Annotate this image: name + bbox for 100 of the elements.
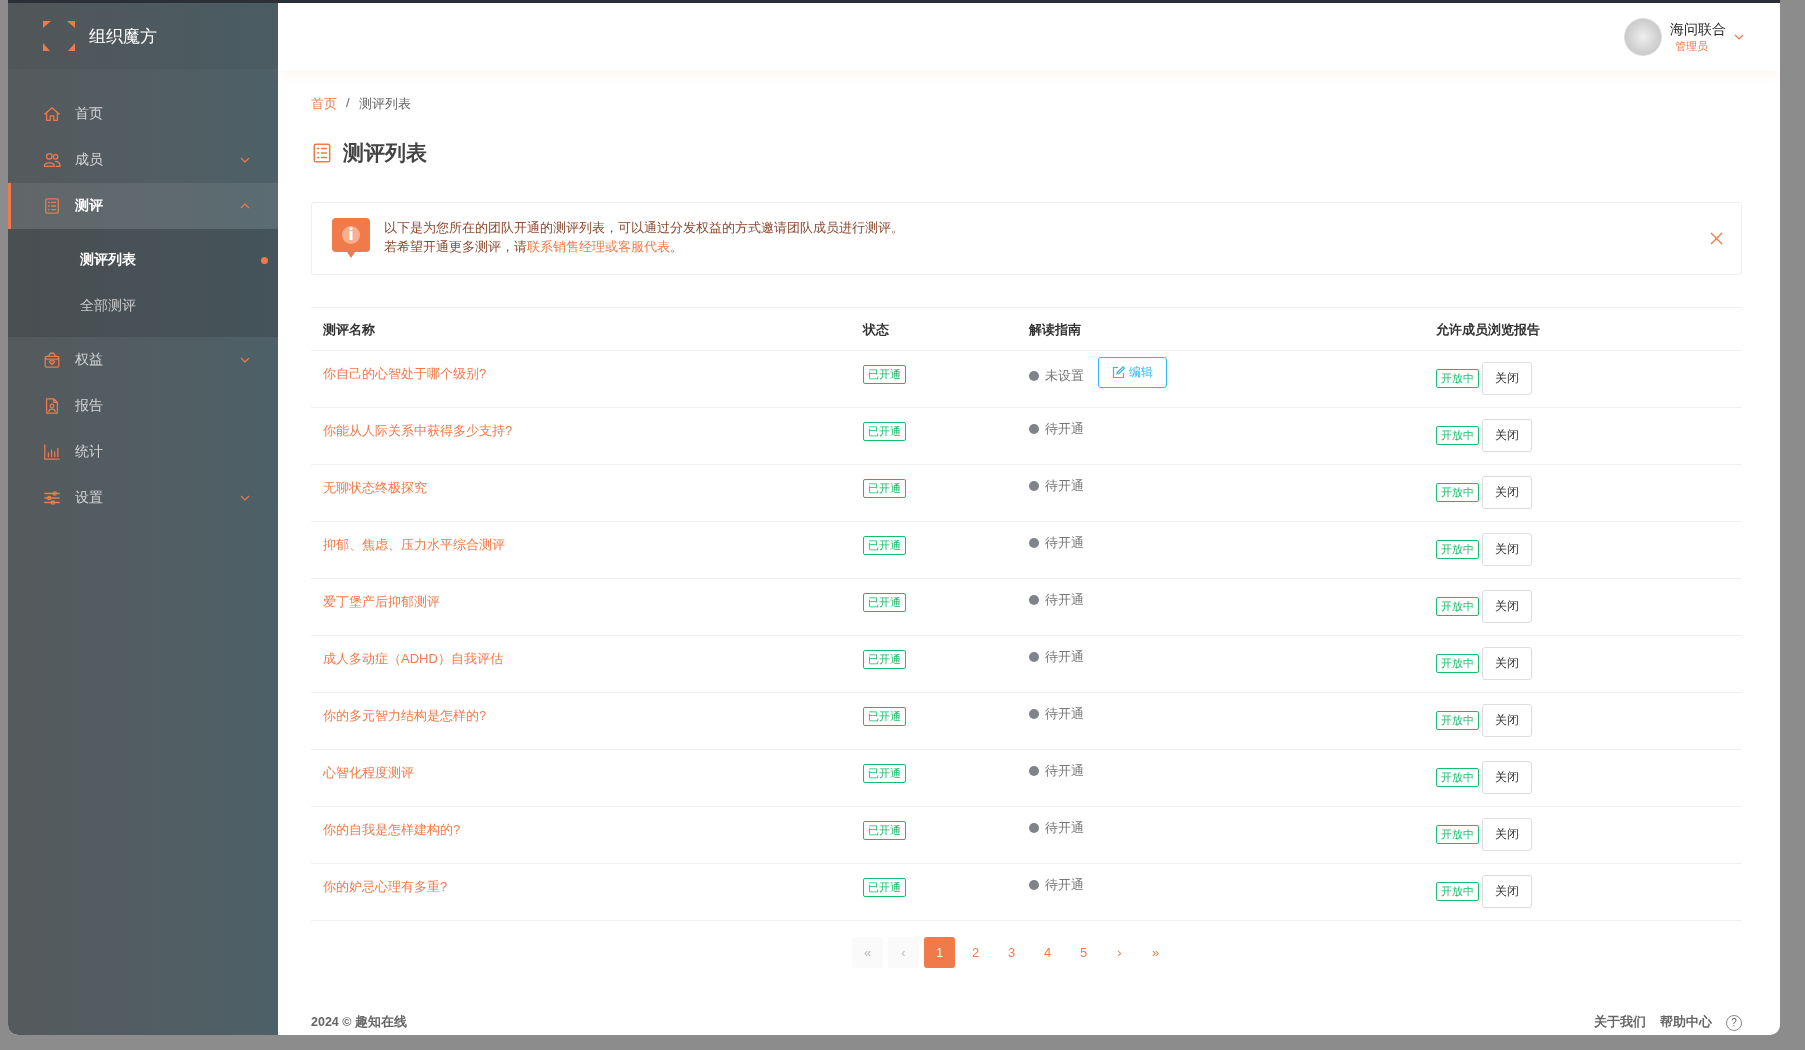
page-button[interactable]: 3 [996, 937, 1027, 968]
assessment-link[interactable]: 你能从人际关系中获得多少支持? [323, 420, 863, 440]
column-header: 状态 [863, 321, 890, 339]
footer-link[interactable]: 帮助中心 [1660, 1014, 1712, 1031]
open-tag: 开放中 [1436, 483, 1479, 502]
pencil-icon [1112, 366, 1125, 379]
status-dot-icon [1029, 766, 1039, 776]
page-button[interactable]: 1 [924, 937, 955, 968]
alert-text: 以下是为您所在的团队开通的测评列表，可以通过分发权益的方式邀请团队成员进行测评。 [384, 220, 905, 237]
info-icon [332, 218, 370, 258]
status-tag: 已开通 [863, 878, 906, 897]
open-tag: 开放中 [1436, 711, 1479, 730]
assessment-link[interactable]: 爱丁堡产后抑郁测评 [323, 591, 863, 611]
close-button[interactable]: 关闭 [1482, 362, 1532, 395]
open-tag: 开放中 [1436, 540, 1479, 559]
status-dot-icon [1029, 424, 1039, 434]
close-button[interactable]: 关闭 [1482, 704, 1532, 737]
close-button[interactable]: 关闭 [1482, 476, 1532, 509]
assessment-link[interactable]: 你的多元智力结构是怎样的? [323, 705, 863, 725]
guide-status: 待开通 [1045, 819, 1084, 837]
close-button[interactable]: 关闭 [1482, 761, 1532, 794]
checklist-icon [43, 197, 61, 215]
close-button[interactable]: 关闭 [1482, 590, 1532, 623]
breadcrumb-separator: / [346, 95, 350, 112]
submenu-item[interactable]: 测评列表 [8, 237, 278, 283]
pager-arrow-button[interactable]: › [1104, 937, 1135, 968]
column-header: 测评名称 [323, 321, 376, 339]
status-dot-icon [1029, 709, 1039, 719]
status-tag: 已开通 [863, 764, 906, 783]
status-tag: 已开通 [863, 479, 906, 498]
sliders-icon [43, 489, 61, 507]
status-dot-icon [1029, 538, 1039, 548]
guide-status: 待开通 [1045, 876, 1084, 894]
close-button[interactable]: 关闭 [1482, 419, 1532, 452]
breadcrumb-current: 测评列表 [358, 95, 411, 113]
guide-status: 待开通 [1045, 477, 1084, 495]
close-button[interactable]: 关闭 [1482, 533, 1532, 566]
status-tag: 已开通 [863, 536, 906, 555]
close-button[interactable]: 关闭 [1482, 875, 1532, 908]
pager-arrow-button[interactable]: » [1140, 937, 1171, 968]
page-title: 测评列表 [343, 140, 427, 166]
sidebar-item[interactable]: 首页 [8, 91, 278, 137]
gift-box-icon [43, 351, 61, 369]
status-dot-icon [1029, 880, 1039, 890]
status-dot-icon [1029, 481, 1039, 491]
sidebar-item[interactable]: 测评 [8, 183, 278, 229]
guide-status: 待开通 [1045, 648, 1084, 666]
guide-status: 待开通 [1045, 762, 1084, 780]
breadcrumb-link[interactable]: 首页 [311, 95, 337, 113]
sidebar-item[interactable]: 统计 [8, 429, 278, 475]
page-button[interactable]: 2 [960, 937, 991, 968]
people-icon [43, 151, 61, 169]
open-tag: 开放中 [1436, 882, 1479, 901]
chevron-icon [1734, 34, 1744, 40]
close-button[interactable]: 关闭 [1482, 647, 1532, 680]
user-role: 管理员 [1674, 38, 1709, 54]
assessment-link[interactable]: 成人多动症（ADHD）自我评估 [323, 648, 863, 668]
app-name: 组织魔方 [89, 25, 157, 48]
status-tag: 已开通 [863, 821, 906, 840]
column-header: 允许成员浏览报告 [1436, 321, 1541, 339]
bar-chart-icon [43, 443, 61, 461]
column-header: 解读指南 [1029, 321, 1082, 339]
status-tag: 已开通 [863, 593, 906, 612]
open-tag: 开放中 [1436, 654, 1479, 673]
status-tag: 已开通 [863, 650, 906, 669]
assessment-link[interactable]: 你的妒忌心理有多重? [323, 876, 863, 896]
guide-status: 待开通 [1045, 705, 1084, 723]
page-button[interactable]: 4 [1032, 937, 1063, 968]
guide-status: 待开通 [1045, 420, 1084, 438]
page-button[interactable]: 5 [1068, 937, 1099, 968]
status-dot-icon [1029, 652, 1039, 662]
close-icon[interactable] [1710, 231, 1723, 245]
copyright-text: 2024 © 趣知在线 [311, 1014, 408, 1031]
assessment-link[interactable]: 抑郁、焦虑、压力水平综合测评 [323, 534, 863, 554]
sidebar-item[interactable]: 报告 [8, 383, 278, 429]
logo-icon [43, 21, 75, 51]
open-tag: 开放中 [1436, 426, 1479, 445]
close-button[interactable]: 关闭 [1482, 818, 1532, 851]
checklist-icon [311, 142, 333, 164]
sidebar-item[interactable]: 成员 [8, 137, 278, 183]
footer-link[interactable]: 关于我们 [1594, 1014, 1646, 1031]
status-dot-icon [1029, 595, 1039, 605]
sidebar-item[interactable]: 权益 [8, 337, 278, 383]
assessment-link[interactable]: 你自己的心智处于哪个级别? [323, 363, 863, 383]
assessment-link[interactable]: 你的自我是怎样建构的? [323, 819, 863, 839]
assessment-link[interactable]: 心智化程度测评 [323, 762, 863, 782]
avatar[interactable] [1624, 18, 1662, 56]
alert-text: 若希望开通更多测评，请联系销售经理或客服代表。 [384, 239, 684, 256]
user-name: 海问联合 [1670, 20, 1726, 39]
sidebar-item[interactable]: 设置 [8, 475, 278, 521]
submenu-item[interactable]: 全部测评 [8, 283, 278, 329]
guide-status: 未设置 [1045, 366, 1084, 385]
open-tag: 开放中 [1436, 369, 1479, 388]
open-tag: 开放中 [1436, 768, 1479, 787]
status-dot-icon [1029, 370, 1039, 381]
open-tag: 开放中 [1436, 825, 1479, 844]
assessment-link[interactable]: 无聊状态终极探究 [323, 477, 863, 497]
status-tag: 已开通 [863, 365, 906, 384]
status-dot-icon [1029, 823, 1039, 833]
status-tag: 已开通 [863, 422, 906, 441]
